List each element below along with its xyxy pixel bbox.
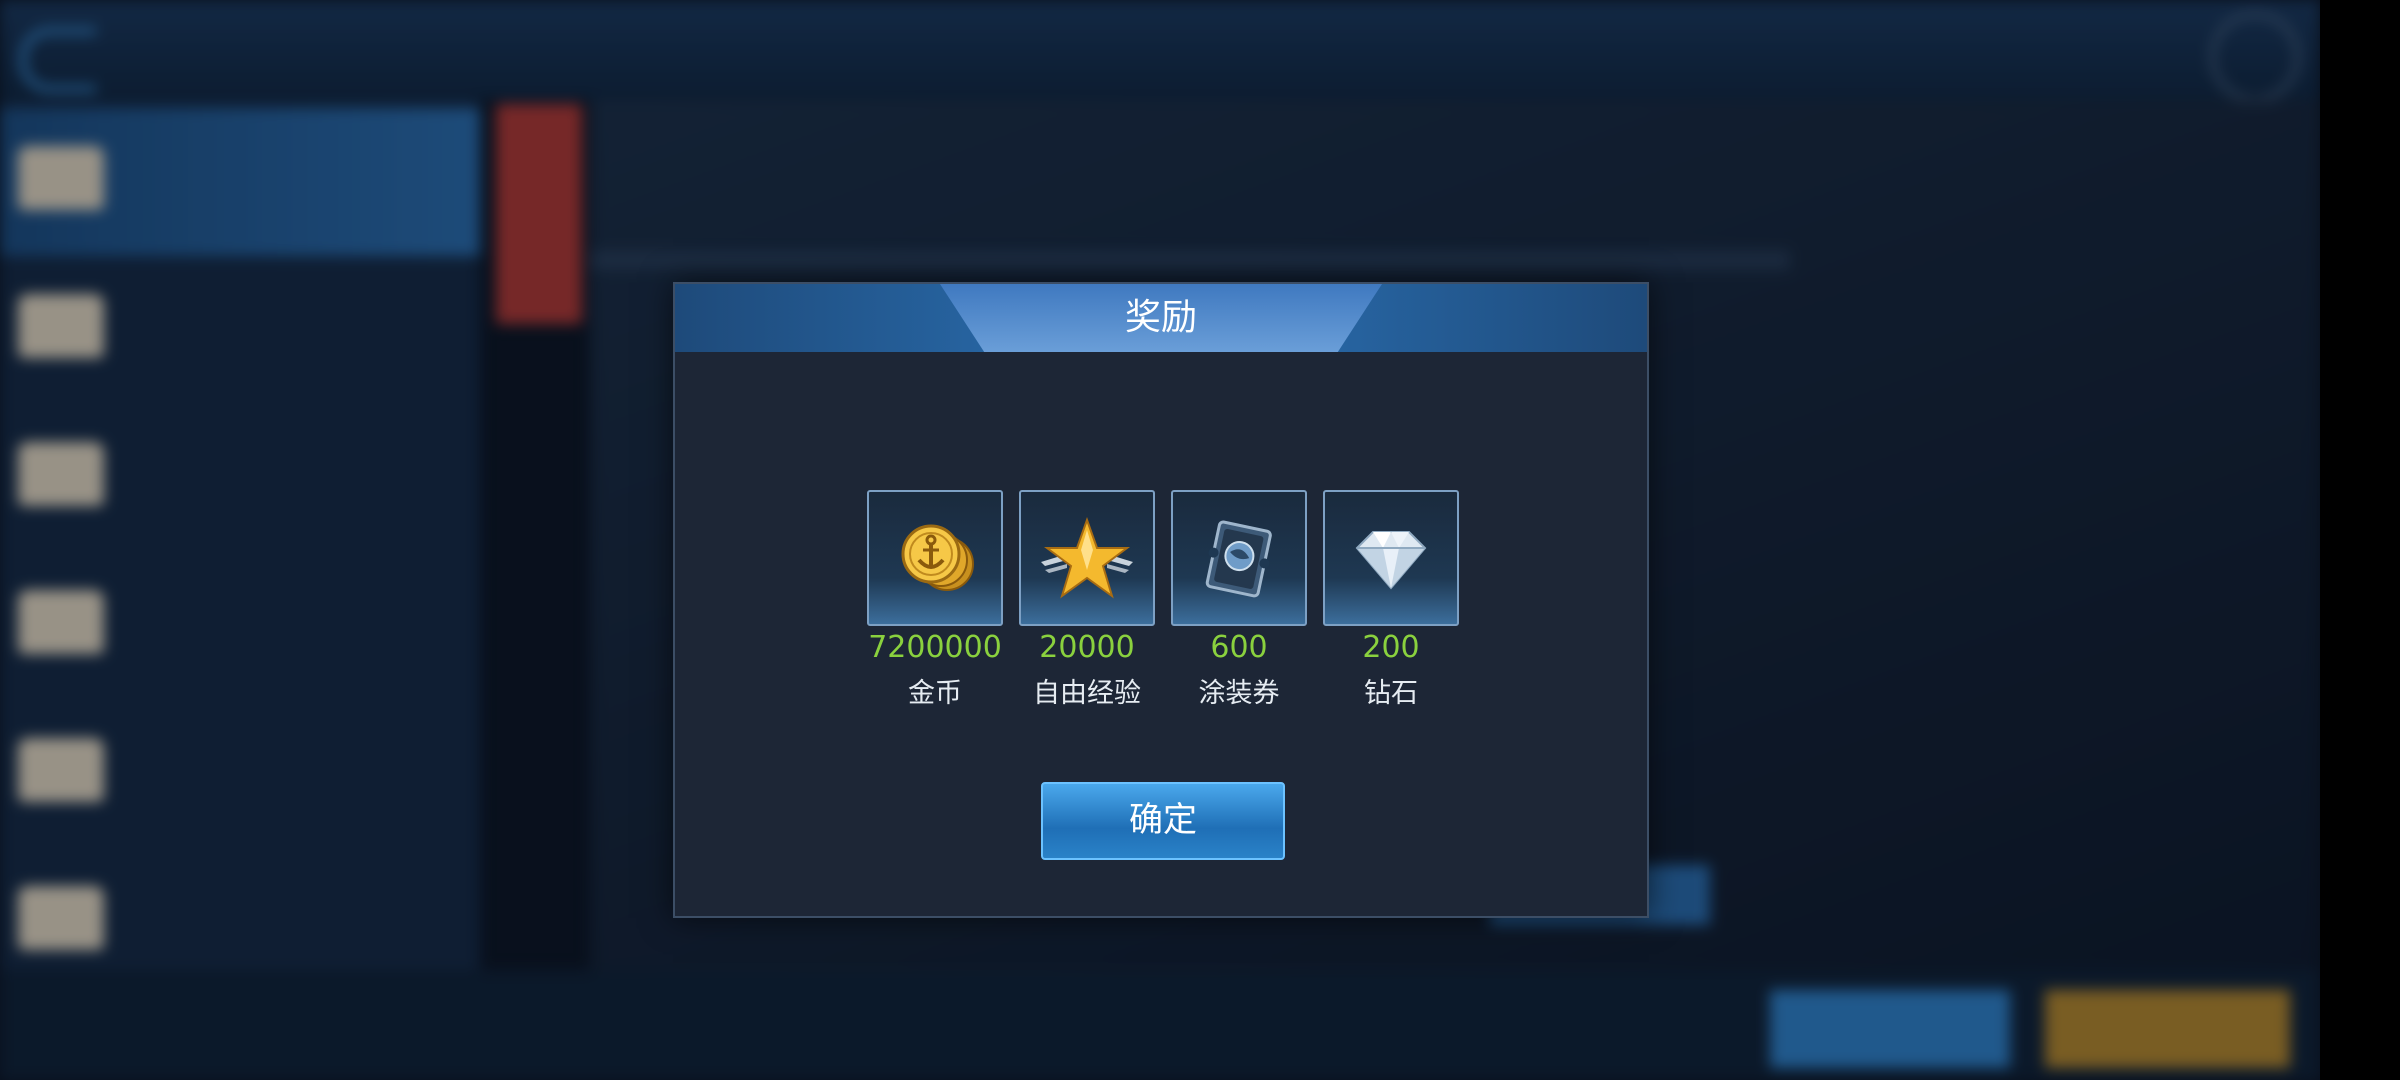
- free-exp-star-icon: [1041, 517, 1133, 599]
- reward-amount: 7200000: [868, 630, 1002, 665]
- reward-item-free-exp: 20000 自由经验: [1019, 490, 1155, 710]
- reward-icon-frame: [1171, 490, 1307, 626]
- reward-amount: 600: [1210, 630, 1268, 665]
- confirm-button[interactable]: 确定: [1041, 782, 1285, 860]
- reward-icon-frame: [1323, 490, 1459, 626]
- reward-label: 金币: [908, 678, 962, 709]
- reward-label: 钻石: [1364, 678, 1418, 709]
- reward-item-diamond: 200 钻石: [1323, 490, 1459, 710]
- reward-icon-frame: [1019, 490, 1155, 626]
- dialog-header: 奖励: [675, 284, 1647, 352]
- reward-amount: 20000: [1039, 630, 1135, 665]
- paint-coupon-icon: [1205, 520, 1272, 598]
- reward-item-gold: 7200000 金币: [867, 490, 1003, 710]
- reward-label: 涂装券: [1198, 678, 1280, 709]
- reward-item-paint-coupon: 600 涂装券: [1171, 490, 1307, 710]
- screen-edge-strip: [2320, 0, 2400, 1080]
- reward-dialog: 奖励 7200000 金币 20000 自由经验 600 涂装券 200 钻石 …: [673, 282, 1649, 918]
- diamond-icon: [1355, 531, 1427, 590]
- reward-label: 自由经验: [1033, 678, 1141, 709]
- reward-icon-frame: [867, 490, 1003, 626]
- reward-amount: 200: [1362, 630, 1420, 665]
- dialog-title: 奖励: [1124, 297, 1197, 338]
- gold-coin-icon: [901, 524, 974, 591]
- reward-list: 7200000 金币 20000 自由经验 600 涂装券 200 钻石: [867, 490, 1459, 720]
